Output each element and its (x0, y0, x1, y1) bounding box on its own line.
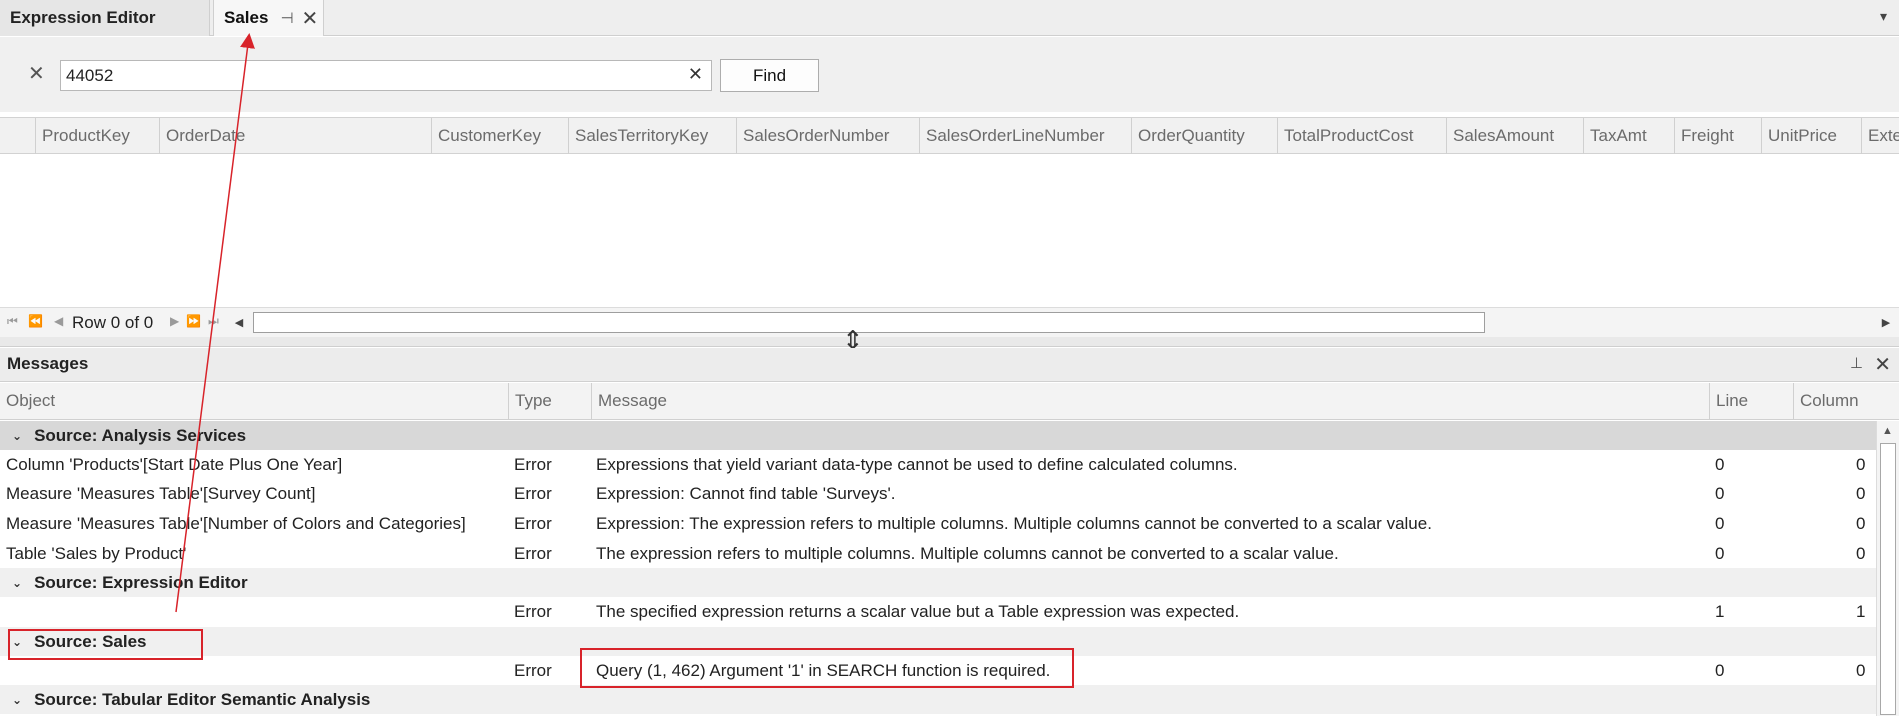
column-header[interactable]: TaxAmt (1583, 118, 1674, 154)
tab-list-dropdown-icon[interactable]: ▾ (1880, 8, 1887, 25)
message-type: Error (514, 455, 552, 474)
column-header[interactable]: Freight (1674, 118, 1761, 154)
column-header-type[interactable]: Type (508, 383, 591, 419)
message-type: Error (514, 544, 552, 563)
message-type: Error (514, 661, 552, 680)
annotation-box-source-sales (8, 629, 203, 660)
message-type: Error (514, 602, 552, 621)
message-column: 0 (1856, 661, 1866, 680)
grid-body[interactable] (0, 155, 1899, 307)
column-header-column[interactable]: Column (1793, 383, 1876, 419)
group-row[interactable]: ⌄ Source: Tabular Editor Semantic Analys… (0, 685, 1876, 714)
message-object: Column 'Products'[Start Date Plus One Ye… (6, 455, 343, 474)
message-row[interactable]: Measure 'Measures Table'[Number of Color… (0, 509, 1876, 538)
column-header[interactable]: ProductKey (35, 118, 159, 154)
message-row[interactable]: Column 'Products'[Start Date Plus One Ye… (0, 450, 1876, 479)
message-object: Table 'Sales by Product' (6, 544, 187, 563)
message-column: 0 (1856, 544, 1866, 563)
message-type: Error (514, 514, 552, 533)
column-header[interactable]: SalesTerritoryKey (568, 118, 736, 154)
row-status: Row 0 of 0 (72, 313, 154, 332)
message-column: 0 (1856, 514, 1866, 533)
column-header[interactable]: UnitPrice (1761, 118, 1861, 154)
horizontal-scrollbar-thumb[interactable] (253, 312, 1485, 333)
pin-icon[interactable]: ⊣ (280, 9, 293, 27)
group-row[interactable]: ⌄ Source: Expression Editor (0, 568, 1876, 597)
message-line: 0 (1715, 484, 1725, 503)
messages-titlebar: Messages ⊥ ✕ (0, 348, 1899, 382)
group-label: Source: Expression Editor (34, 572, 248, 592)
tab-sales-label: Sales (224, 8, 269, 27)
column-header-line[interactable]: Line (1709, 383, 1793, 419)
message-line: 0 (1715, 661, 1725, 680)
message-column: 0 (1856, 455, 1866, 474)
column-header[interactable]: OrderDate (159, 118, 431, 154)
column-header-message[interactable]: Message (591, 383, 1709, 419)
group-label: Source: Tabular Editor Semantic Analysis (34, 689, 371, 709)
search-input[interactable] (61, 61, 681, 90)
pin-icon[interactable]: ⊥ (1850, 354, 1863, 372)
close-icon[interactable]: ✕ (1874, 352, 1891, 377)
group-row[interactable]: ⌄ Source: Analysis Services (0, 421, 1876, 450)
grid-column-header: ProductKey OrderDate CustomerKey SalesTe… (0, 117, 1899, 154)
message-row[interactable]: Measure 'Measures Table'[Survey Count] E… (0, 479, 1876, 508)
close-icon[interactable]: ✕ (302, 6, 319, 31)
clear-input-icon[interactable]: ✕ (688, 64, 703, 85)
next-page-icon[interactable]: ⏩ (186, 314, 201, 328)
messages-column-header: Object Type Message Line Column (0, 383, 1899, 420)
grid-navigator: ⏮ ⏪ ◀ Row 0 of 0 ▶ ⏩ ⏭ ◀ ▶ (0, 307, 1899, 337)
scroll-up-icon[interactable]: ▲ (1882, 425, 1893, 437)
message-object: Measure 'Measures Table'[Number of Color… (6, 514, 466, 533)
document-tab-strip: Expression Editor Sales ⊣ ✕ ▾ (0, 0, 1899, 36)
message-line: 0 (1715, 544, 1725, 563)
close-search-icon[interactable]: ✕ (28, 61, 45, 86)
next-record-icon[interactable]: ▶ (170, 314, 179, 328)
column-header[interactable]: Exte (1861, 118, 1899, 154)
message-row[interactable]: Error The specified expression returns a… (0, 597, 1876, 626)
message-object: Measure 'Measures Table'[Survey Count] (6, 484, 316, 503)
last-record-icon[interactable]: ⏭ (208, 314, 219, 329)
chevron-down-icon[interactable]: ⌄ (12, 693, 22, 707)
column-header[interactable]: SalesOrderNumber (736, 118, 919, 154)
message-type: Error (514, 484, 552, 503)
chevron-down-icon[interactable]: ⌄ (12, 576, 22, 590)
message-text: The specified expression returns a scala… (596, 602, 1240, 621)
message-column: 0 (1856, 484, 1866, 503)
chevron-down-icon[interactable]: ⌄ (12, 429, 22, 443)
message-column: 1 (1856, 602, 1866, 621)
column-header-object[interactable]: Object (0, 383, 508, 419)
column-header[interactable]: TotalProductCost (1277, 118, 1446, 154)
search-box: ✕ (60, 60, 712, 91)
scroll-right-icon[interactable]: ▶ (1875, 311, 1897, 333)
panel-splitter[interactable] (0, 337, 1899, 347)
column-header[interactable]: CustomerKey (431, 118, 568, 154)
find-button[interactable]: Find (720, 59, 819, 92)
column-header[interactable]: SalesOrderLineNumber (919, 118, 1131, 154)
annotation-box-error-message (580, 648, 1074, 688)
previous-record-icon[interactable]: ◀ (54, 314, 63, 328)
message-line: 1 (1715, 602, 1725, 621)
messages-title: Messages (7, 354, 89, 373)
scroll-left-icon[interactable]: ◀ (228, 311, 250, 333)
previous-page-icon[interactable]: ⏪ (28, 314, 43, 328)
message-text: Expressions that yield variant data-type… (596, 455, 1238, 474)
tab-expression-editor-label: Expression Editor (10, 8, 156, 27)
message-text: Expression: Cannot find table 'Surveys'. (596, 484, 896, 503)
vertical-scrollbar[interactable]: ▲ (1876, 421, 1899, 716)
first-record-icon[interactable]: ⏮ (7, 314, 18, 329)
message-text: Expression: The expression refers to mul… (596, 514, 1432, 533)
tab-sales[interactable]: Sales ⊣ ✕ (213, 0, 324, 36)
message-line: 0 (1715, 455, 1725, 474)
message-row[interactable]: Table 'Sales by Product' Error The expre… (0, 539, 1876, 568)
column-header[interactable]: SalesAmount (1446, 118, 1583, 154)
tab-expression-editor[interactable]: Expression Editor (0, 0, 210, 36)
vertical-scrollbar-thumb[interactable] (1880, 443, 1896, 715)
message-text: The expression refers to multiple column… (596, 544, 1339, 563)
group-label: Source: Analysis Services (34, 425, 247, 445)
column-header[interactable]: OrderQuantity (1131, 118, 1277, 154)
message-line: 0 (1715, 514, 1725, 533)
